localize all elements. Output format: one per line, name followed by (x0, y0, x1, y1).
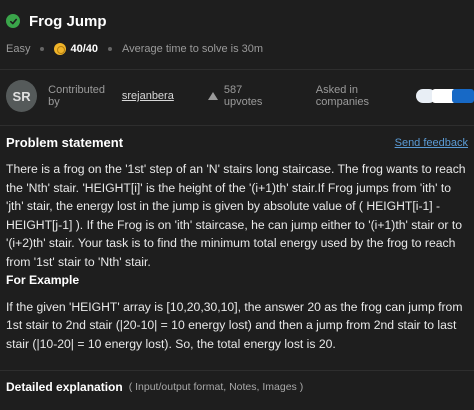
example-heading: For Example (6, 273, 80, 287)
detailed-explanation-subtitle: ( Input/output format, Notes, Images ) (128, 381, 304, 393)
sap-logo-icon (452, 89, 474, 103)
companies-section[interactable]: Asked in companies (316, 84, 474, 108)
avatar[interactable]: SR (6, 80, 38, 112)
company-logos[interactable] (416, 89, 474, 103)
average-time: Average time to solve is 30m (122, 43, 264, 55)
divider (0, 370, 474, 371)
contributor-row: SR Contributed by srejanbera 587 upvotes… (6, 78, 474, 114)
meta-row: Easy 40/40 Average time to solve is 30m (6, 38, 468, 60)
problem-statement-heading: Problem statement (6, 135, 124, 150)
check-circle-icon (6, 14, 20, 28)
problem-statement-header: Problem statement Send feedback (6, 135, 468, 150)
example-text: If the given 'HEIGHT' array is [10,20,30… (6, 299, 463, 351)
contributor-link[interactable]: srejanbera (122, 90, 174, 102)
title-row: Frog Jump (6, 10, 468, 32)
problem-title: Frog Jump (29, 12, 107, 30)
upvote-button[interactable]: 587 upvotes (207, 84, 282, 108)
companies-label: Asked in companies (315, 84, 369, 108)
divider (0, 69, 474, 70)
upvote-arrow-icon (207, 92, 218, 100)
coin-icon (54, 43, 67, 55)
upvote-count: 587 upvotes (223, 84, 263, 108)
problem-statement-body: There is a frog on the '1st' step of an … (6, 160, 468, 353)
separator-dot (108, 47, 112, 51)
send-feedback-link[interactable]: Send feedback (395, 137, 468, 149)
difficulty-label: Easy (6, 43, 31, 55)
problem-header: Frog Jump Easy 40/40 Average time to sol… (6, 10, 468, 60)
detailed-explanation-toggle[interactable]: Detailed explanation ( Input/output form… (6, 377, 474, 397)
statement-text: There is a frog on the '1st' step of an … (6, 162, 466, 269)
separator-dot (40, 47, 45, 51)
divider (0, 125, 474, 126)
contributed-by-label: Contributed by (48, 84, 106, 108)
score-value: 40/40 (70, 43, 98, 55)
detailed-explanation-title: Detailed explanation (6, 380, 123, 394)
